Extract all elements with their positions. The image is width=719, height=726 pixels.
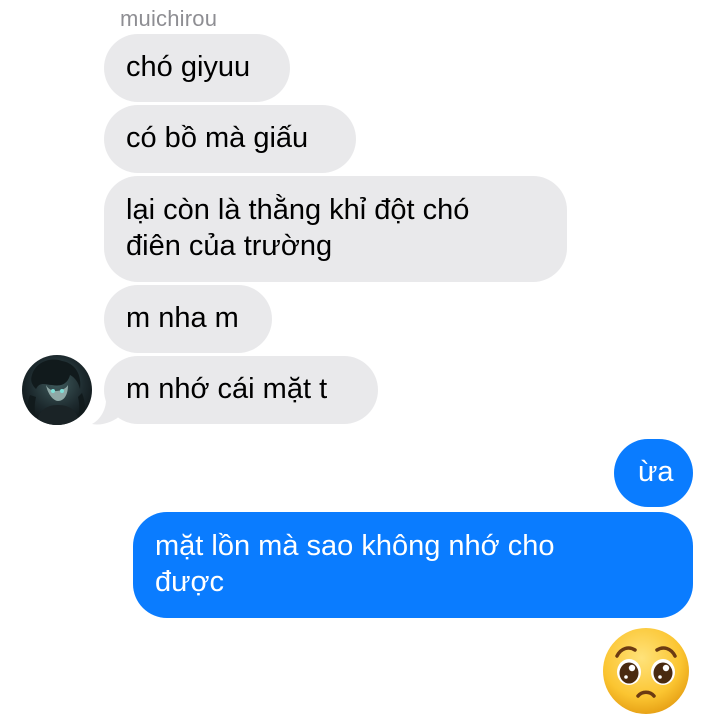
message-text: chó giyuu — [126, 51, 251, 83]
outgoing-message-bubble[interactable]: ừa — [614, 439, 693, 507]
incoming-message-bubble[interactable]: m nhớ cái mặt t — [104, 356, 378, 424]
message-text: m nhớ cái mặt t — [126, 373, 328, 405]
incoming-message-bubble[interactable]: chó giyuu — [104, 34, 290, 102]
incoming-message-bubble[interactable]: lại còn là thằng khỉ đột chó điên của tr… — [104, 176, 567, 282]
outgoing-message-bubble[interactable]: mặt lồn mà sao không nhớ cho được — [133, 512, 693, 618]
message-text: có bồ mà giấu — [126, 122, 309, 154]
bubble-tail-icon — [92, 400, 122, 425]
avatar[interactable] — [22, 355, 92, 425]
sender-name: muichirou — [120, 6, 218, 31]
message-text-line: mặt lồn mà sao không nhớ cho — [155, 530, 555, 562]
message-text: ừa — [638, 456, 674, 488]
avatar-image — [22, 355, 92, 425]
message-text-line: được — [155, 566, 225, 598]
message-text-line: điên của trường — [126, 230, 333, 262]
pleading-face-emoji-icon — [603, 628, 689, 714]
incoming-message-bubble[interactable]: m nha m — [104, 285, 272, 353]
message-text: m nha m — [126, 302, 239, 334]
incoming-message-bubble[interactable]: có bồ mà giấu — [104, 105, 356, 173]
message-text-line: lại còn là thằng khỉ đột chó — [126, 194, 470, 226]
